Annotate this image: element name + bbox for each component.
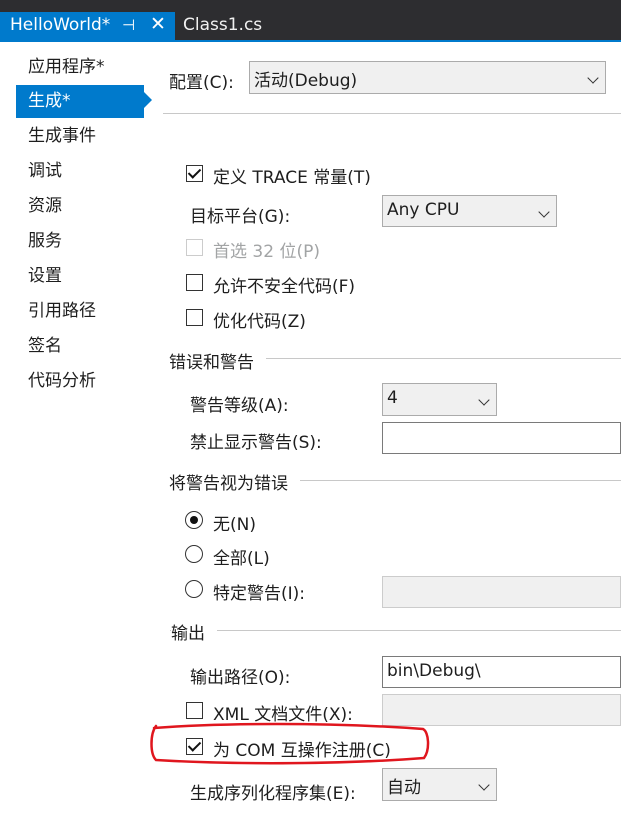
config-label: 配置(C): (169, 73, 234, 93)
warning-level-label: 警告等级(A): (190, 396, 289, 416)
tab-class1-label: Class1.cs (183, 15, 263, 35)
platform-target-label: 目标平台(G): (190, 207, 291, 227)
prefer-32bit-label: 首选 32 位(P) (213, 242, 320, 262)
platform-target-select[interactable]: Any CPU (382, 195, 557, 227)
active-item-arrow-icon (144, 92, 152, 108)
serialization-label: 生成序列化程序集(E): (190, 784, 356, 804)
sidebar-item-reference-paths[interactable]: 引用路径 (16, 295, 144, 328)
output-path-value: bin\Debug\ (387, 661, 481, 681)
warning-level-select[interactable]: 4 (382, 383, 497, 416)
define-trace-checkbox[interactable] (186, 165, 203, 182)
chevron-down-icon (478, 394, 490, 406)
document-tab-strip: HelloWorld* ⊣ ✕ Class1.cs (0, 0, 621, 40)
optimize-code-label: 优化代码(Z) (213, 312, 306, 332)
sidebar-item-application[interactable]: 应用程序* (16, 51, 144, 84)
radio-specific[interactable] (185, 580, 203, 598)
treat-warnings-title: 将警告视为错误 (169, 469, 300, 494)
property-sidebar: 应用程序* 生成* 生成事件 调试 资源 服务 设置 引用路径 签名 代码分析 (0, 42, 160, 821)
sidebar-item-build-events[interactable]: 生成事件 (16, 120, 144, 153)
radio-all[interactable] (185, 545, 203, 563)
config-select[interactable]: 活动(Debug) (249, 61, 606, 94)
output-path-input[interactable]: bin\Debug\ (382, 656, 621, 688)
serialization-select[interactable]: 自动 (382, 768, 497, 801)
optimize-code-checkbox[interactable] (186, 309, 203, 326)
suppress-warnings-input[interactable] (382, 422, 621, 454)
prefer-32bit-checkbox[interactable] (186, 239, 203, 256)
define-trace-label: 定义 TRACE 常量(T) (213, 168, 371, 188)
sidebar-item-code-analysis[interactable]: 代码分析 (16, 365, 144, 398)
allow-unsafe-label: 允许不安全代码(F) (213, 277, 356, 297)
sidebar-item-build[interactable]: 生成* (16, 85, 144, 118)
config-value: 活动(Debug) (254, 71, 358, 91)
sidebar-item-resources[interactable]: 资源 (16, 190, 144, 223)
xml-doc-checkbox[interactable] (186, 702, 203, 719)
radio-none[interactable] (185, 511, 203, 529)
chevron-down-icon (478, 779, 490, 791)
sidebar-item-debug[interactable]: 调试 (16, 155, 144, 188)
specific-warnings-input[interactable] (382, 576, 621, 608)
suppress-warnings-label: 禁止显示警告(S): (190, 433, 322, 453)
allow-unsafe-checkbox[interactable] (186, 274, 203, 291)
close-icon[interactable]: ✕ (150, 13, 166, 35)
errors-section-title: 错误和警告 (169, 348, 266, 373)
serialization-value: 自动 (387, 778, 421, 798)
radio-none-label: 无(N) (213, 515, 256, 535)
platform-target-value: Any CPU (387, 200, 460, 220)
red-highlight-annotation (150, 722, 430, 765)
chevron-down-icon (587, 72, 599, 84)
tab-helloworld-label: HelloWorld* (10, 15, 111, 35)
sidebar-item-signing[interactable]: 签名 (16, 330, 144, 363)
pin-icon[interactable]: ⊣ (122, 16, 135, 34)
output-section-divider (170, 630, 621, 631)
output-section-title: 输出 (171, 619, 217, 644)
config-divider (163, 113, 621, 114)
radio-all-label: 全部(L) (213, 549, 270, 569)
radio-specific-label: 特定警告(I): (213, 584, 306, 604)
tab-helloworld[interactable]: HelloWorld* ⊣ ✕ (0, 12, 175, 40)
output-path-label: 输出路径(O): (190, 668, 291, 688)
chevron-down-icon (538, 206, 550, 218)
warning-level-value: 4 (387, 388, 398, 408)
sidebar-item-services[interactable]: 服务 (16, 225, 144, 258)
sidebar-item-settings[interactable]: 设置 (16, 260, 144, 293)
